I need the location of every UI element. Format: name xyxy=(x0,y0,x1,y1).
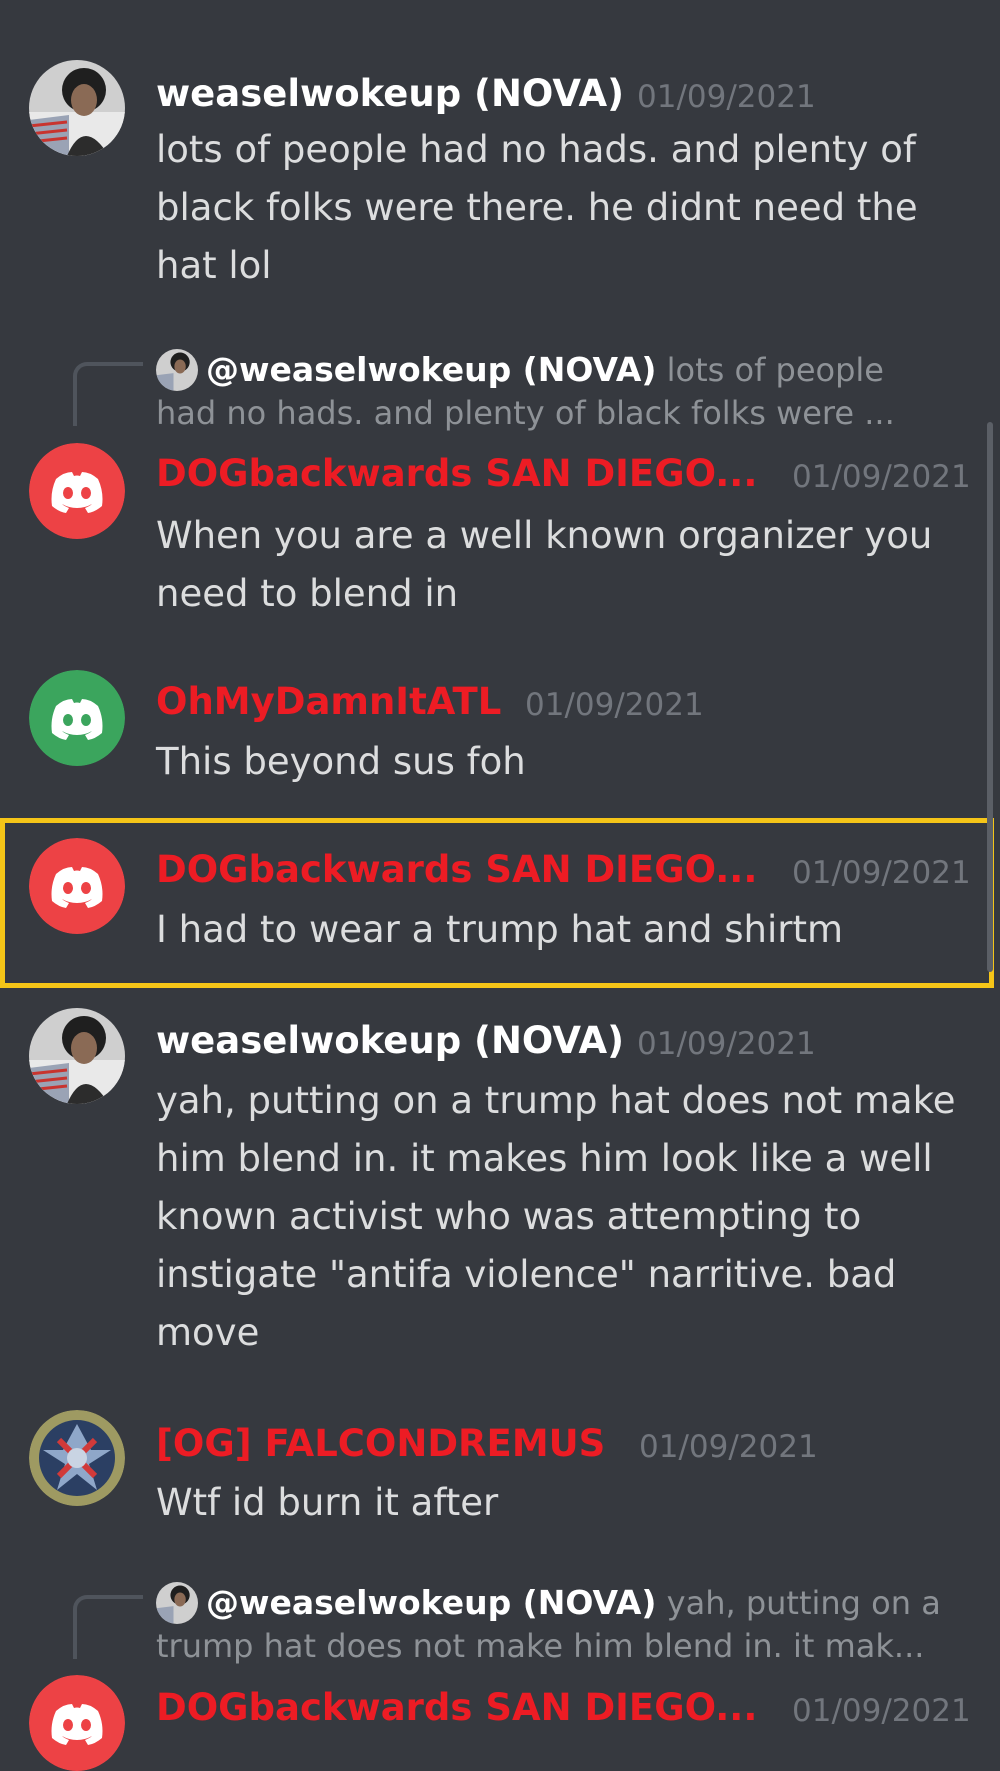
reply-username[interactable]: @weaselwokeup (NOVA) xyxy=(206,350,656,389)
reply-connector xyxy=(73,1595,143,1659)
reply-username[interactable]: @weaselwokeup (NOVA) xyxy=(206,1583,656,1622)
discord-red-icon xyxy=(29,838,125,934)
username[interactable]: DOGbackwards SAN DIEGO... xyxy=(156,452,757,496)
message-text: lots of people had no hads. and plenty o… xyxy=(156,128,918,287)
user-avatar[interactable] xyxy=(29,60,125,156)
reply-preview-text: yah, putting on a xyxy=(656,1584,941,1622)
user-avatar[interactable] xyxy=(29,1410,125,1506)
reply-connector xyxy=(73,362,143,426)
reply-preview-text-2: trump hat does not make him blend in. it… xyxy=(156,1627,925,1665)
photo-avatar-icon xyxy=(156,1582,198,1624)
timestamp: 01/09/2021 xyxy=(792,855,971,891)
photo-avatar-icon xyxy=(29,1008,125,1104)
discord-red-icon xyxy=(29,1675,125,1771)
photo-avatar-icon xyxy=(156,349,198,391)
message-text: When you are a well known organizer you … xyxy=(156,514,933,615)
message-text: I had to wear a trump hat and shirtm xyxy=(156,908,844,951)
reply-preview[interactable]: @weaselwokeup (NOVA) lots of people had … xyxy=(156,348,946,435)
user-avatar[interactable] xyxy=(29,443,125,539)
message-text: This beyond sus foh xyxy=(156,740,526,783)
message-text: yah, putting on a trump hat does not mak… xyxy=(156,1079,956,1354)
emblem-avatar-icon xyxy=(29,1410,125,1506)
message-text: Wtf id burn it after xyxy=(156,1481,499,1524)
username[interactable]: OhMyDamnItATL xyxy=(156,680,501,724)
discord-green-icon xyxy=(29,670,125,766)
discord-red-icon xyxy=(29,443,125,539)
user-avatar[interactable] xyxy=(29,670,125,766)
timestamp: 01/09/2021 xyxy=(637,79,816,115)
username[interactable]: DOGbackwards SAN DIEGO... xyxy=(156,1686,757,1730)
timestamp: 01/09/2021 xyxy=(639,1429,818,1465)
photo-avatar-icon xyxy=(29,60,125,156)
username[interactable]: weaselwokeup (NOVA) xyxy=(156,72,624,116)
scrollbar[interactable] xyxy=(987,422,993,972)
user-avatar[interactable] xyxy=(29,1675,125,1771)
username[interactable]: weaselwokeup (NOVA) xyxy=(156,1019,624,1063)
timestamp: 01/09/2021 xyxy=(792,1693,971,1729)
reply-preview-text-2: had no hads. and plenty of black folks w… xyxy=(156,394,895,432)
user-avatar[interactable] xyxy=(29,1008,125,1104)
reply-preview-text: lots of people xyxy=(656,351,884,389)
timestamp: 01/09/2021 xyxy=(792,459,971,495)
username[interactable]: [OG] FALCONDREMUS xyxy=(156,1422,605,1466)
reply-preview[interactable]: @weaselwokeup (NOVA) yah, putting on a t… xyxy=(156,1581,946,1668)
user-avatar[interactable] xyxy=(29,838,125,934)
timestamp: 01/09/2021 xyxy=(525,687,704,723)
timestamp: 01/09/2021 xyxy=(637,1026,816,1062)
username[interactable]: DOGbackwards SAN DIEGO... xyxy=(156,848,757,892)
